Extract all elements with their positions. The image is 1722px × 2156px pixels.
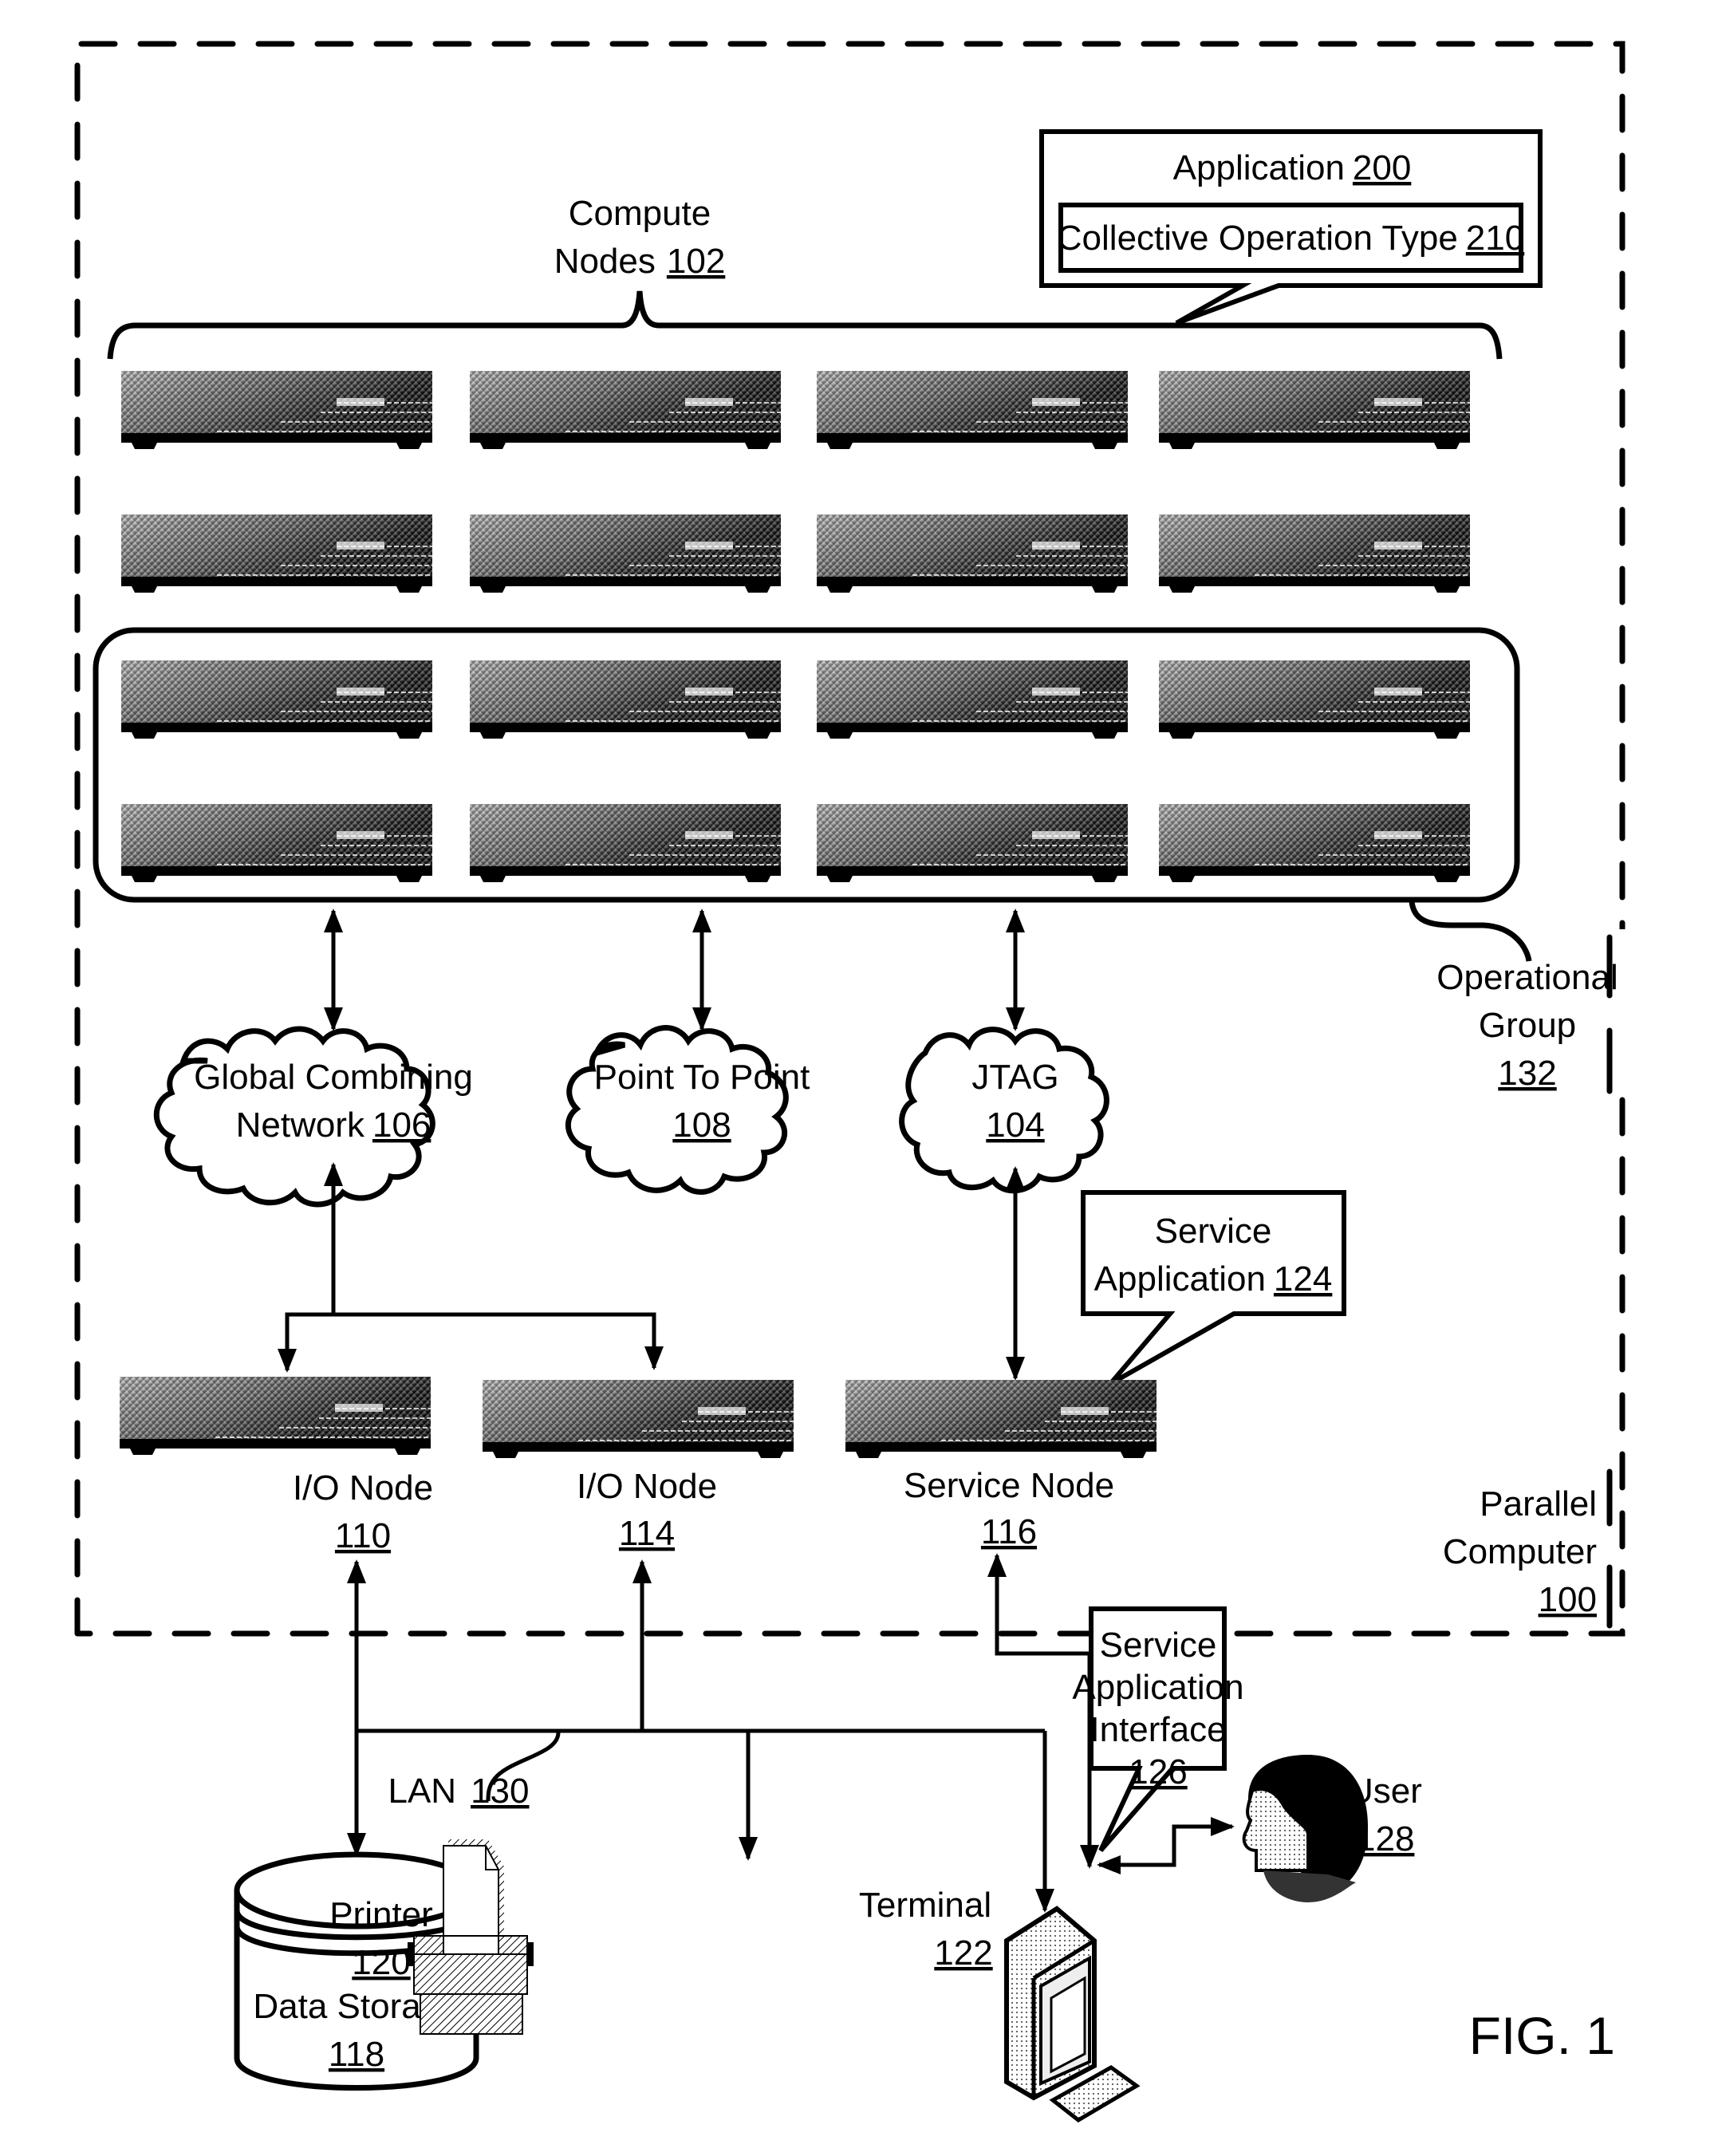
svg-text:104: 104: [986, 1106, 1044, 1145]
parallel-computer-label: Parallel: [1480, 1484, 1597, 1523]
lan-ref: 130: [471, 1772, 529, 1811]
application-callout: Application 200 Collective Operation Type…: [1039, 129, 1543, 325]
svg-text:Application: Application: [1072, 1668, 1243, 1707]
lan-label: LAN: [388, 1772, 456, 1811]
cloud-point-to-point: Point To Point 108: [565, 1025, 810, 1195]
svg-text:Application124: Application 124: [1094, 1259, 1333, 1299]
parallel-computer-ref: 100: [1539, 1580, 1597, 1619]
compute-nodes-brace: [107, 290, 1503, 360]
compute-node: [1158, 803, 1471, 883]
user-ref: 128: [1356, 1819, 1414, 1858]
compute-node: [120, 514, 433, 593]
compute-node: [1158, 660, 1471, 739]
service-application-callout: Service Application 124: [1081, 1190, 1346, 1386]
printer-icon: [408, 1839, 534, 2035]
printer-ref: 120: [352, 1943, 410, 1982]
operational-group-ref: 132: [1498, 1054, 1556, 1093]
service-node-116-ref: 116: [981, 1512, 1037, 1551]
compute-nodes-label-line2: Nodes 102: [554, 242, 726, 281]
terminal-label: Terminal: [859, 1886, 991, 1925]
svg-text:Point To Point: Point To Point: [594, 1058, 810, 1097]
compute-node: [120, 370, 433, 450]
io-node-110: [119, 1376, 431, 1456]
svg-text:126: 126: [1129, 1752, 1187, 1791]
application-ref: 200: [1353, 148, 1411, 187]
parallel-computer-label-line2: Computer: [1443, 1532, 1597, 1571]
svg-text:Global Combining: Global Combining: [194, 1058, 473, 1097]
compute-node: [469, 514, 782, 593]
printer-label: Printer: [329, 1895, 433, 1934]
compute-nodes-label: Compute: [569, 194, 711, 233]
io-node-114: [482, 1379, 794, 1459]
compute-node: [469, 660, 782, 739]
svg-text:Network106: Network 106: [236, 1106, 431, 1145]
io-node-110-ref: 110: [335, 1516, 391, 1555]
compute-node: [816, 660, 1129, 739]
io-node-110-label: I/O Node: [293, 1468, 433, 1508]
svg-text:Interface: Interface: [1090, 1710, 1226, 1749]
svg-text:Service: Service: [1100, 1626, 1217, 1665]
collective-operation-type-label: Collective Operation Type: [1057, 219, 1458, 258]
compute-node: [816, 514, 1129, 593]
compute-node: [816, 370, 1129, 450]
service-node-116: [845, 1379, 1157, 1459]
svg-text:LAN130: LAN 130: [388, 1772, 529, 1811]
compute-node-grid: [120, 370, 1471, 883]
io-node-114-label: I/O Node: [577, 1467, 717, 1506]
compute-node: [1158, 370, 1471, 450]
svg-text:JTAG: JTAG: [971, 1058, 1058, 1097]
figure-label: FIG. 1: [1469, 2006, 1615, 2065]
compute-node: [120, 660, 433, 739]
cloud-global-combining-network: Global Combining Network 106: [153, 1026, 473, 1208]
operational-group-label-line2: Group: [1479, 1006, 1576, 1045]
compute-node: [120, 803, 433, 883]
svg-text:Service: Service: [1155, 1212, 1272, 1251]
connector-io-branch: [285, 1312, 664, 1370]
application-label: Application: [1173, 148, 1345, 187]
compute-node: [469, 370, 782, 450]
compute-node: [1158, 514, 1471, 593]
service-application-interface-callout: Service Application Interface 126: [1072, 1606, 1244, 1852]
cloud-jtag: JTAG 104: [899, 1027, 1109, 1194]
svg-text:Collective Operation Type210: Collective Operation Type 210: [1057, 219, 1524, 258]
service-node-116-label: Service Node: [904, 1466, 1114, 1505]
parallel-computer-diagram: Compute Nodes 102 Application 200 Collecti…: [74, 41, 1627, 2123]
user-label: User: [1348, 1772, 1422, 1811]
terminal-ref: 122: [934, 1933, 992, 1973]
compute-node: [469, 803, 782, 883]
data-storage-ref: 118: [329, 2035, 384, 2074]
svg-text:Application200: Application 200: [1173, 148, 1412, 187]
io-node-114-ref: 114: [619, 1514, 675, 1553]
operational-group-label: Operational: [1436, 958, 1618, 997]
svg-text:108: 108: [672, 1106, 731, 1145]
compute-node: [816, 803, 1129, 883]
terminal-icon: [1004, 1906, 1141, 2123]
